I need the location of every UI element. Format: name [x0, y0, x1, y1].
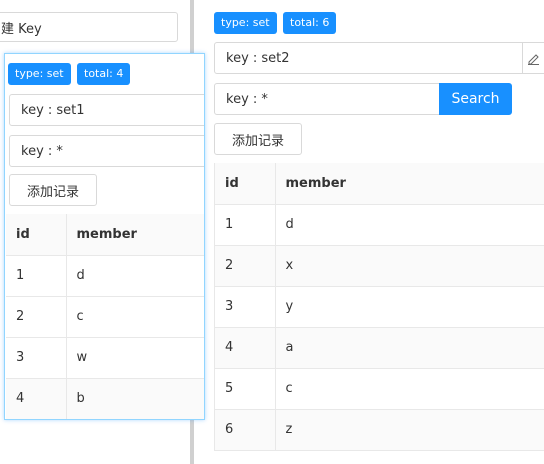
table-row[interactable]: 2 x — [215, 245, 544, 287]
new-key-input[interactable]: 建 Key — [0, 12, 178, 42]
cell-id: 4 — [215, 327, 276, 369]
new-key-label: 建 Key — [1, 21, 42, 37]
cell-member: c — [275, 368, 544, 410]
cell-id: 3 — [215, 286, 276, 328]
table-header-row: id member — [6, 214, 204, 256]
table-row[interactable]: 6 z — [215, 409, 544, 451]
table-row[interactable]: 1 d — [215, 204, 544, 246]
cell-member: c — [66, 296, 204, 338]
column-header-member: member — [275, 163, 544, 205]
member-search-value: key : * — [21, 143, 63, 159]
cell-member: b — [66, 378, 204, 419]
add-record-button[interactable]: 添加记录 — [9, 174, 97, 206]
cell-member: y — [275, 286, 544, 328]
cell-member: a — [275, 327, 544, 369]
cell-id: 2 — [215, 245, 276, 287]
cell-member: x — [275, 245, 544, 287]
member-search-input[interactable]: key : * — [214, 83, 441, 115]
cell-member: w — [66, 337, 204, 379]
key-name-value: key : set1 — [21, 102, 85, 118]
cell-id: 1 — [215, 204, 276, 246]
cell-id: 4 — [6, 378, 67, 419]
column-header-id: id — [215, 163, 276, 205]
cell-id: 6 — [215, 409, 276, 451]
cell-member: d — [275, 204, 544, 246]
key-name-input[interactable]: key : set2 — [214, 42, 544, 74]
table-header-row: id member — [215, 163, 544, 205]
cell-member: z — [275, 409, 544, 451]
key-preview-popup: type: set total: 4 key : set1 key : * 添加… — [4, 53, 205, 420]
cell-id: 5 — [215, 368, 276, 410]
table-row[interactable]: 3 w — [6, 337, 204, 379]
table-row[interactable]: 1 d — [6, 255, 204, 297]
member-search-input[interactable]: key : * — [9, 135, 204, 167]
total-tag: total: 6 — [283, 12, 337, 34]
pencil-edit-icon — [528, 53, 539, 65]
table-row[interactable]: 4 a — [215, 327, 544, 369]
type-tag: type: set — [214, 12, 277, 34]
cell-id: 1 — [6, 255, 67, 297]
members-table: id member 1 d 2 c 3 w 4 b — [6, 214, 204, 419]
add-record-label: 添加记录 — [231, 133, 284, 149]
key-name-value: key : set2 — [226, 50, 290, 66]
table-row[interactable]: 4 b — [6, 378, 204, 419]
type-tag: type: set — [8, 63, 71, 85]
table-row[interactable]: 5 c — [215, 368, 544, 410]
cell-id: 2 — [6, 296, 67, 338]
table-row[interactable]: 2 c — [6, 296, 204, 338]
column-header-id: id — [6, 214, 67, 256]
add-record-button[interactable]: 添加记录 — [214, 123, 302, 155]
column-header-member: member — [66, 214, 204, 256]
member-search-value: key : * — [226, 91, 268, 107]
key-name-input[interactable]: key : set1 — [9, 94, 204, 126]
rename-key-button[interactable] — [522, 43, 544, 73]
cell-member: d — [66, 255, 204, 297]
table-row[interactable]: 3 y — [215, 286, 544, 328]
search-button-label: Search — [451, 91, 500, 107]
total-tag: total: 4 — [77, 63, 131, 85]
members-table: id member 1 d 2 x 3 y 4 a 5 c 6 z — [214, 163, 544, 451]
search-button[interactable]: Search — [439, 83, 512, 115]
add-record-label: 添加记录 — [26, 184, 79, 200]
cell-id: 3 — [6, 337, 67, 379]
